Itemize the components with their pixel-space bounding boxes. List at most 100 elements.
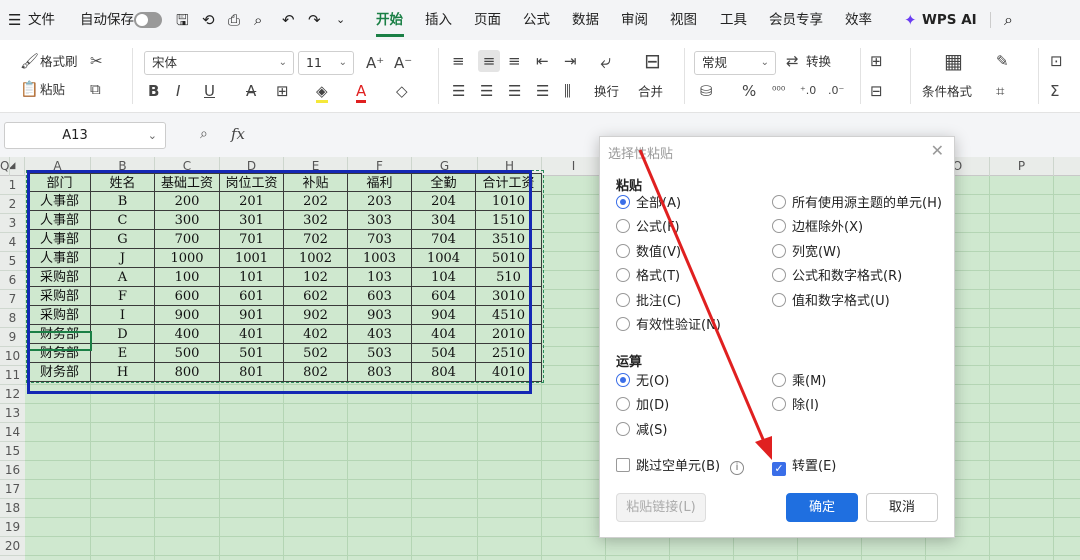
decrease-indent-icon[interactable]: ⇤ — [536, 52, 549, 70]
save-icon[interactable]: 🖫 — [176, 0, 189, 40]
align-left-icon[interactable]: ☰ — [452, 82, 465, 100]
align-center-icon[interactable]: ☰ — [480, 82, 493, 100]
conditional-format-button[interactable]: 条件格式 — [922, 82, 972, 102]
operation-option-radio-0[interactable]: 无(O) — [616, 373, 669, 391]
tab-member[interactable]: 会员专享 — [769, 0, 823, 40]
row-header-7[interactable]: 7 — [0, 290, 25, 309]
row-header-19[interactable]: 19 — [0, 518, 25, 537]
increase-decimal-icon[interactable]: ⁺.0 — [800, 82, 816, 100]
row-header-6[interactable]: 6 — [0, 271, 25, 290]
thousands-separator-icon[interactable]: ⁰⁰⁰ — [772, 82, 785, 100]
align-bottom-icon[interactable]: ≡ — [508, 52, 521, 70]
paste-option-right-radio-3[interactable]: 公式和数字格式(R) — [772, 268, 902, 286]
paste-option-right-radio-0[interactable]: 所有使用源主题的单元(H) — [772, 195, 942, 213]
tab-efficiency[interactable]: 效率 — [845, 0, 872, 40]
row-header-8[interactable]: 8 — [0, 309, 25, 328]
tab-tools[interactable]: 工具 — [720, 0, 747, 40]
table-style-icon[interactable]: ⊟ — [870, 82, 883, 100]
align-middle-icon[interactable]: ≡ — [478, 50, 500, 72]
merge-cells-button[interactable]: 合并 — [638, 82, 663, 102]
distributed-align-icon[interactable]: ⫼ — [564, 82, 571, 100]
undo-icon[interactable]: ↶ — [282, 0, 295, 40]
skip-blanks-checkbox[interactable]: 跳过空单元(B) i — [616, 458, 745, 476]
function-icon[interactable]: fx — [231, 125, 245, 143]
row-header-14[interactable]: 14 — [0, 423, 25, 442]
row-header-10[interactable]: 10 — [0, 347, 25, 366]
zoom-formula-icon[interactable]: ⌕ — [200, 126, 208, 142]
cell-style-icon[interactable]: ✎ — [996, 52, 1009, 70]
transpose-checkbox[interactable]: ✓ 转置(E) — [772, 458, 836, 476]
file-menu[interactable]: 文件 — [28, 0, 55, 40]
print-icon[interactable]: ⎙ — [228, 0, 240, 40]
cut-icon[interactable]: ✂ — [90, 52, 103, 70]
decrease-decimal-icon[interactable]: .0⁻ — [828, 82, 844, 100]
tab-page[interactable]: 页面 — [474, 0, 501, 40]
convert-icon[interactable]: ⇄ — [786, 52, 799, 70]
align-top-icon[interactable]: ≡ — [452, 52, 465, 70]
search-icon[interactable]: ⌕ — [1004, 0, 1013, 40]
font-name-select[interactable]: 宋体 ⌄ — [144, 51, 294, 75]
row-header-11[interactable]: 11 — [0, 366, 25, 385]
operation-option-radio-1[interactable]: 加(D) — [616, 397, 669, 415]
row-header-2[interactable]: 2 — [0, 195, 25, 214]
font-color-icon[interactable]: A — [356, 82, 367, 103]
format-painter-icon[interactable]: 🖌 — [20, 52, 39, 70]
strikethrough-icon[interactable]: A — [246, 82, 256, 100]
copy-icon[interactable]: ⧉ — [90, 80, 101, 98]
row-header-3[interactable]: 3 — [0, 214, 25, 233]
menu-icon[interactable]: ☰ — [8, 0, 21, 40]
wrap-text-icon[interactable]: ⤶ — [600, 51, 611, 71]
quick-access-dropdown-icon[interactable]: ⌄ — [336, 0, 345, 40]
row-header-1[interactable]: 1 — [0, 176, 25, 195]
align-right-icon[interactable]: ☰ — [508, 82, 521, 100]
font-size-select[interactable]: 11 ⌄ — [298, 51, 354, 75]
paste-option-right-radio-2[interactable]: 列宽(W) — [772, 243, 841, 262]
underline-icon[interactable]: U — [204, 82, 215, 100]
paste-option-radio-3[interactable]: 格式(T) — [616, 268, 680, 286]
paste-option-right-radio-1[interactable]: 边框除外(X) — [772, 219, 863, 237]
paste-option-radio-0[interactable]: 全部(A) — [616, 195, 681, 213]
autosave-toggle[interactable] — [134, 12, 162, 28]
sync-icon[interactable]: ⟲ — [202, 0, 215, 40]
operation-option-right-radio-1[interactable]: 除(I) — [772, 397, 819, 415]
number-format-select[interactable]: 常规 ⌄ — [694, 51, 776, 75]
fill-icon[interactable]: ⊡ — [1050, 52, 1063, 70]
sum-icon[interactable]: Σ — [1050, 82, 1059, 100]
row-header-15[interactable]: 15 — [0, 442, 25, 461]
italic-icon[interactable]: I — [176, 82, 180, 100]
tab-review[interactable]: 审阅 — [621, 0, 648, 40]
clear-format-icon[interactable]: ◇ — [396, 82, 408, 100]
operation-option-right-radio-0[interactable]: 乘(M) — [772, 373, 826, 391]
tab-formula[interactable]: 公式 — [523, 0, 550, 40]
paste-option-radio-4[interactable]: 批注(C) — [616, 292, 681, 311]
row-header-21[interactable]: 21 — [0, 556, 25, 560]
paste-option-radio-5[interactable]: 有效性验证(N) — [616, 317, 721, 335]
tab-data[interactable]: 数据 — [572, 0, 599, 40]
wrap-text-button[interactable]: 换行 — [594, 82, 619, 102]
row-col-icon[interactable]: ⊞ — [870, 52, 883, 70]
conditional-format-icon[interactable]: ▦ — [944, 51, 963, 71]
redo-icon[interactable]: ↷ — [308, 0, 321, 40]
decrease-font-icon[interactable]: A⁻ — [394, 54, 412, 72]
crop-icon[interactable]: ⌗ — [996, 82, 1004, 100]
print-preview-icon[interactable]: ⌕ — [254, 0, 262, 40]
column-header-p[interactable]: P — [990, 157, 1054, 176]
paste-option-right-radio-4[interactable]: 值和数字格式(U) — [772, 292, 890, 311]
paste-option-radio-2[interactable]: 数值(V) — [616, 243, 681, 262]
row-header-4[interactable]: 4 — [0, 233, 25, 252]
format-painter-button[interactable]: 格式刷 — [40, 52, 78, 72]
justify-icon[interactable]: ☰ — [536, 82, 549, 100]
currency-icon[interactable]: ⛁ — [700, 82, 713, 100]
fill-color-icon[interactable]: ◈ — [316, 82, 328, 103]
paste-link-button[interactable]: 粘贴链接(L) — [616, 493, 706, 522]
operation-option-radio-2[interactable]: 减(S) — [616, 421, 667, 440]
tab-view[interactable]: 视图 — [670, 0, 697, 40]
close-icon[interactable]: ✕ — [931, 141, 944, 160]
paste-icon[interactable]: 📋 — [20, 80, 39, 98]
increase-indent-icon[interactable]: ⇥ — [564, 52, 577, 70]
row-header-17[interactable]: 17 — [0, 480, 25, 499]
convert-button[interactable]: 转换 — [806, 52, 831, 72]
cancel-button[interactable]: 取消 — [866, 493, 938, 522]
tab-wps-ai[interactable]: WPS AI — [922, 0, 977, 40]
column-header-i[interactable]: I — [542, 157, 606, 176]
